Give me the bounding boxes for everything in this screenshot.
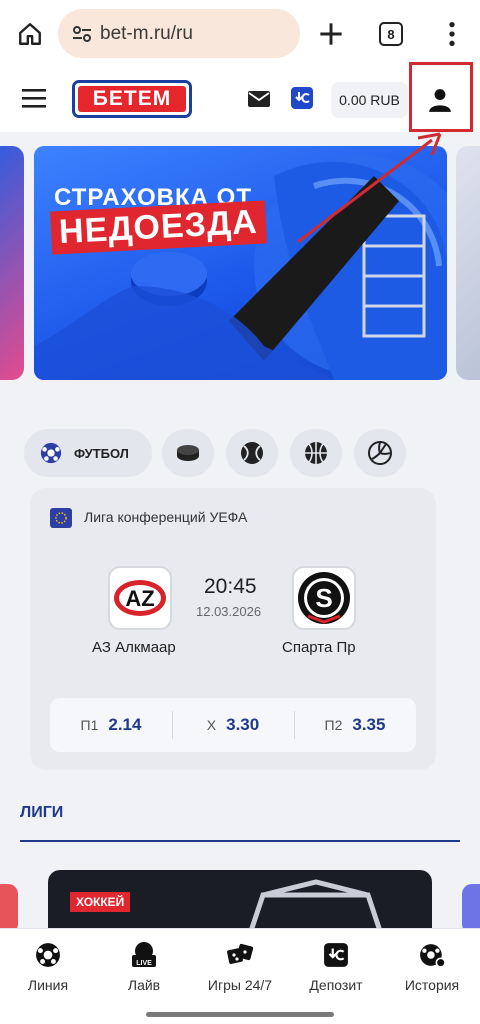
site-logo[interactable]: БЕТЕМ (72, 80, 192, 118)
sport-tab-basketball[interactable] (290, 429, 342, 477)
league-prev-card[interactable] (0, 884, 18, 934)
odd-value: 3.35 (352, 715, 386, 734)
odd-home-win[interactable]: П1 2.14 (50, 698, 172, 752)
live-icon: LIVE (130, 941, 158, 969)
basketball-icon (305, 442, 327, 464)
nav-history[interactable]: История (384, 929, 480, 1024)
bottom-navigation: Линия LIVE Лайв Игры 24/7 Депозит Истори… (0, 928, 480, 1024)
match-card[interactable]: Лига конференций УЕФА AZ АЗ Алкмаар 20:4… (30, 488, 436, 770)
banner-next-slide[interactable] (456, 146, 480, 380)
odd-label: Х (206, 717, 217, 733)
odd-label: П2 (324, 717, 343, 733)
home-team-name: АЗ Алкмаар (92, 639, 176, 656)
balance-display[interactable]: 0.00 RUB (331, 82, 408, 118)
system-gesture-bar[interactable] (146, 1012, 334, 1017)
sport-tab-tennis[interactable] (226, 429, 278, 477)
home-logo-text: AZ (125, 586, 154, 611)
odd-label: П1 (80, 717, 99, 733)
nav-label: Линия (27, 977, 69, 993)
leagues-title: ЛИГИ (20, 804, 64, 821)
odd-draw[interactable]: Х 3.30 (172, 698, 294, 752)
away-team-logo: S (292, 566, 356, 630)
nav-label: Депозит (309, 977, 363, 993)
tennis-ball-icon (241, 442, 263, 464)
address-bar[interactable]: bet-m.ru/ru (58, 9, 300, 58)
football-icon (40, 442, 62, 464)
nav-label: История (404, 977, 460, 993)
tab-switcher-button[interactable]: 8 (379, 22, 403, 46)
football-icon (34, 941, 62, 969)
odd-value: 2.14 (108, 715, 142, 734)
promo-banner[interactable]: СТРАХОВКА ОТ НЕДОЕЗДА (34, 146, 447, 380)
nav-line[interactable]: Линия (0, 929, 96, 1024)
deposit-icon (322, 941, 350, 969)
hockey-puck-icon (177, 445, 199, 461)
svg-text:LIVE: LIVE (136, 960, 152, 967)
nav-label: Лайв (127, 977, 161, 993)
away-logo-text: S (315, 583, 332, 613)
history-icon (418, 941, 446, 969)
match-time: 20:45 (204, 575, 257, 598)
sport-tab-volleyball[interactable] (354, 429, 406, 477)
odd-value: 3.30 (226, 715, 260, 734)
nav-live[interactable]: LIVE Лайв (96, 929, 192, 1024)
nav-label: Игры 24/7 (207, 977, 273, 993)
odds-row: П1 2.14 Х 3.30 П2 3.35 (50, 698, 416, 752)
hockey-helmet-illustration (34, 156, 447, 380)
more-vert-icon[interactable] (436, 18, 468, 50)
site-header: БЕТЕМ 0.00 RUB (0, 68, 480, 132)
away-team-name: Спарта Пр (282, 639, 356, 656)
new-tab-plus-icon[interactable] (315, 18, 347, 50)
match-date: 12.03.2026 (196, 604, 262, 619)
home-team-logo: AZ (108, 566, 172, 630)
eu-flag-icon (50, 508, 72, 528)
dice-icon (226, 941, 254, 969)
nav-games[interactable]: Игры 24/7 (192, 929, 288, 1024)
logo-text: БЕТЕМ (78, 86, 186, 112)
deposit-icon[interactable] (290, 86, 314, 110)
browser-toolbar: bet-m.ru/ru 8 (0, 0, 480, 68)
url-text: bet-m.ru/ru (100, 22, 193, 44)
volleyball-icon (368, 441, 392, 465)
odd-away-win[interactable]: П2 3.35 (294, 698, 416, 752)
sport-tab-football[interactable]: ФУТБОЛ (24, 429, 152, 477)
league-next-card[interactable] (462, 884, 480, 934)
leagues-divider (20, 840, 460, 842)
league-name: Лига конференций УЕФА (84, 509, 248, 525)
nav-deposit[interactable]: Депозит (288, 929, 384, 1024)
home-icon[interactable] (14, 18, 46, 50)
profile-user-icon[interactable] (416, 78, 464, 122)
hamburger-menu-icon[interactable] (20, 86, 48, 110)
sport-tab-hockey[interactable] (162, 429, 214, 477)
sport-tab-label: ФУТБОЛ (74, 445, 129, 461)
banner-prev-slide[interactable] (0, 146, 24, 380)
site-settings-icon[interactable] (70, 22, 94, 46)
mail-icon[interactable] (247, 89, 271, 109)
